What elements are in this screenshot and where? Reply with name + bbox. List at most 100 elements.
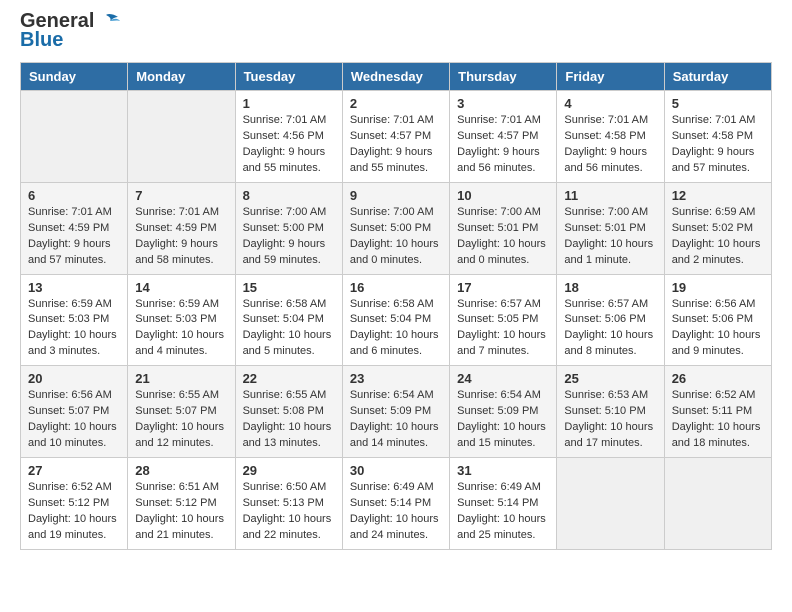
- day-cell: 8 Sunrise: 7:00 AM Sunset: 5:00 PM Daylig…: [235, 182, 342, 274]
- logo-bird-icon: [98, 13, 120, 31]
- weekday-saturday: Saturday: [664, 63, 771, 91]
- day-number: 27: [28, 463, 120, 478]
- day-number: 5: [672, 96, 764, 111]
- day-info: Sunrise: 6:53 AM Sunset: 5:10 PM Dayligh…: [564, 388, 656, 452]
- weekday-monday: Monday: [128, 63, 235, 91]
- day-cell: 9 Sunrise: 7:00 AM Sunset: 5:00 PM Daylig…: [342, 182, 449, 274]
- day-cell: 1 Sunrise: 7:01 AM Sunset: 4:56 PM Daylig…: [235, 91, 342, 183]
- day-number: 21: [135, 371, 227, 386]
- weekday-friday: Friday: [557, 63, 664, 91]
- day-cell: 4 Sunrise: 7:01 AM Sunset: 4:58 PM Daylig…: [557, 91, 664, 183]
- day-cell: 30 Sunrise: 6:49 AM Sunset: 5:14 PM Dayli…: [342, 458, 449, 550]
- day-cell: [557, 458, 664, 550]
- day-number: 13: [28, 280, 120, 295]
- day-number: 20: [28, 371, 120, 386]
- weekday-header-row: SundayMondayTuesdayWednesdayThursdayFrid…: [21, 63, 772, 91]
- day-info: Sunrise: 6:55 AM Sunset: 5:07 PM Dayligh…: [135, 388, 227, 452]
- day-cell: 11 Sunrise: 7:00 AM Sunset: 5:01 PM Dayli…: [557, 182, 664, 274]
- weekday-thursday: Thursday: [450, 63, 557, 91]
- day-info: Sunrise: 7:00 AM Sunset: 5:00 PM Dayligh…: [350, 205, 442, 269]
- day-info: Sunrise: 7:01 AM Sunset: 4:59 PM Dayligh…: [135, 205, 227, 269]
- day-number: 10: [457, 188, 549, 203]
- day-number: 31: [457, 463, 549, 478]
- day-number: 30: [350, 463, 442, 478]
- day-number: 16: [350, 280, 442, 295]
- week-row-4: 20 Sunrise: 6:56 AM Sunset: 5:07 PM Dayli…: [21, 366, 772, 458]
- day-cell: 5Sunrise: 7:01 AM Sunset: 4:58 PM Daylig…: [664, 91, 771, 183]
- day-cell: 24 Sunrise: 6:54 AM Sunset: 5:09 PM Dayli…: [450, 366, 557, 458]
- weekday-sunday: Sunday: [21, 63, 128, 91]
- day-info: Sunrise: 6:57 AM Sunset: 5:06 PM Dayligh…: [564, 297, 656, 361]
- logo-blue-text: Blue: [20, 29, 63, 52]
- day-number: 15: [243, 280, 335, 295]
- day-cell: 23 Sunrise: 6:54 AM Sunset: 5:09 PM Dayli…: [342, 366, 449, 458]
- day-number: 23: [350, 371, 442, 386]
- day-info: Sunrise: 6:56 AM Sunset: 5:07 PM Dayligh…: [28, 388, 120, 452]
- day-cell: [128, 91, 235, 183]
- day-cell: 12 Sunrise: 6:59 AM Sunset: 5:02 PM Dayli…: [664, 182, 771, 274]
- day-info: Sunrise: 7:01 AM Sunset: 4:56 PM Dayligh…: [243, 113, 335, 177]
- day-number: 24: [457, 371, 549, 386]
- day-cell: 15Sunrise: 6:58 AM Sunset: 5:04 PM Dayli…: [235, 274, 342, 366]
- day-cell: [664, 458, 771, 550]
- day-number: 17: [457, 280, 549, 295]
- day-number: 18: [564, 280, 656, 295]
- day-info: Sunrise: 6:58 AM Sunset: 5:04 PM Dayligh…: [350, 297, 442, 361]
- day-info: Sunrise: 6:59 AM Sunset: 5:03 PM Dayligh…: [135, 297, 227, 361]
- day-info: Sunrise: 6:51 AM Sunset: 5:12 PM Dayligh…: [135, 480, 227, 544]
- day-cell: 20 Sunrise: 6:56 AM Sunset: 5:07 PM Dayli…: [21, 366, 128, 458]
- day-info: Sunrise: 7:00 AM Sunset: 5:00 PM Dayligh…: [243, 205, 335, 269]
- day-cell: 26 Sunrise: 6:52 AM Sunset: 5:11 PM Dayli…: [664, 366, 771, 458]
- day-info: Sunrise: 6:52 AM Sunset: 5:12 PM Dayligh…: [28, 480, 120, 544]
- day-cell: 2 Sunrise: 7:01 AM Sunset: 4:57 PM Daylig…: [342, 91, 449, 183]
- day-number: 12: [672, 188, 764, 203]
- day-info: Sunrise: 6:57 AM Sunset: 5:05 PM Dayligh…: [457, 297, 549, 361]
- day-number: 26: [672, 371, 764, 386]
- day-number: 3: [457, 96, 549, 111]
- logo: General Blue: [20, 10, 120, 52]
- day-cell: [21, 91, 128, 183]
- day-cell: 31 Sunrise: 6:49 AM Sunset: 5:14 PM Dayli…: [450, 458, 557, 550]
- day-cell: 27 Sunrise: 6:52 AM Sunset: 5:12 PM Dayli…: [21, 458, 128, 550]
- calendar-table: SundayMondayTuesdayWednesdayThursdayFrid…: [20, 62, 772, 550]
- day-number: 19: [672, 280, 764, 295]
- day-info: Sunrise: 6:54 AM Sunset: 5:09 PM Dayligh…: [457, 388, 549, 452]
- header: General Blue: [20, 10, 772, 52]
- day-number: 1: [243, 96, 335, 111]
- day-cell: 17 Sunrise: 6:57 AM Sunset: 5:05 PM Dayli…: [450, 274, 557, 366]
- day-info: Sunrise: 6:52 AM Sunset: 5:11 PM Dayligh…: [672, 388, 764, 452]
- day-info: Sunrise: 7:01 AM Sunset: 4:58 PM Dayligh…: [564, 113, 656, 177]
- day-info: Sunrise: 6:49 AM Sunset: 5:14 PM Dayligh…: [457, 480, 549, 544]
- day-number: 11: [564, 188, 656, 203]
- day-cell: 21 Sunrise: 6:55 AM Sunset: 5:07 PM Dayli…: [128, 366, 235, 458]
- day-number: 2: [350, 96, 442, 111]
- day-number: 8: [243, 188, 335, 203]
- day-number: 4: [564, 96, 656, 111]
- day-cell: 28Sunrise: 6:51 AM Sunset: 5:12 PM Dayli…: [128, 458, 235, 550]
- day-info: Sunrise: 6:56 AM Sunset: 5:06 PM Dayligh…: [672, 297, 764, 361]
- day-info: Sunrise: 6:59 AM Sunset: 5:02 PM Dayligh…: [672, 205, 764, 269]
- week-row-1: 1 Sunrise: 7:01 AM Sunset: 4:56 PM Daylig…: [21, 91, 772, 183]
- day-number: 14: [135, 280, 227, 295]
- day-info: Sunrise: 7:01 AM Sunset: 4:57 PM Dayligh…: [350, 113, 442, 177]
- day-info: Sunrise: 7:01 AM Sunset: 4:59 PM Dayligh…: [28, 205, 120, 269]
- day-cell: 25 Sunrise: 6:53 AM Sunset: 5:10 PM Dayli…: [557, 366, 664, 458]
- day-cell: 13Sunrise: 6:59 AM Sunset: 5:03 PM Dayli…: [21, 274, 128, 366]
- day-info: Sunrise: 6:54 AM Sunset: 5:09 PM Dayligh…: [350, 388, 442, 452]
- day-number: 6: [28, 188, 120, 203]
- day-info: Sunrise: 6:49 AM Sunset: 5:14 PM Dayligh…: [350, 480, 442, 544]
- day-number: 9: [350, 188, 442, 203]
- day-number: 29: [243, 463, 335, 478]
- day-cell: 6 Sunrise: 7:01 AM Sunset: 4:59 PM Daylig…: [21, 182, 128, 274]
- week-row-5: 27 Sunrise: 6:52 AM Sunset: 5:12 PM Dayli…: [21, 458, 772, 550]
- day-cell: 10 Sunrise: 7:00 AM Sunset: 5:01 PM Dayli…: [450, 182, 557, 274]
- day-info: Sunrise: 7:00 AM Sunset: 5:01 PM Dayligh…: [457, 205, 549, 269]
- day-cell: 7Sunrise: 7:01 AM Sunset: 4:59 PM Daylig…: [128, 182, 235, 274]
- page: General Blue SundayMondayTuesdayWednesda…: [0, 0, 792, 570]
- day-cell: 3Sunrise: 7:01 AM Sunset: 4:57 PM Daylig…: [450, 91, 557, 183]
- day-cell: 29Sunrise: 6:50 AM Sunset: 5:13 PM Dayli…: [235, 458, 342, 550]
- weekday-tuesday: Tuesday: [235, 63, 342, 91]
- day-info: Sunrise: 6:55 AM Sunset: 5:08 PM Dayligh…: [243, 388, 335, 452]
- day-info: Sunrise: 7:00 AM Sunset: 5:01 PM Dayligh…: [564, 205, 656, 269]
- day-number: 25: [564, 371, 656, 386]
